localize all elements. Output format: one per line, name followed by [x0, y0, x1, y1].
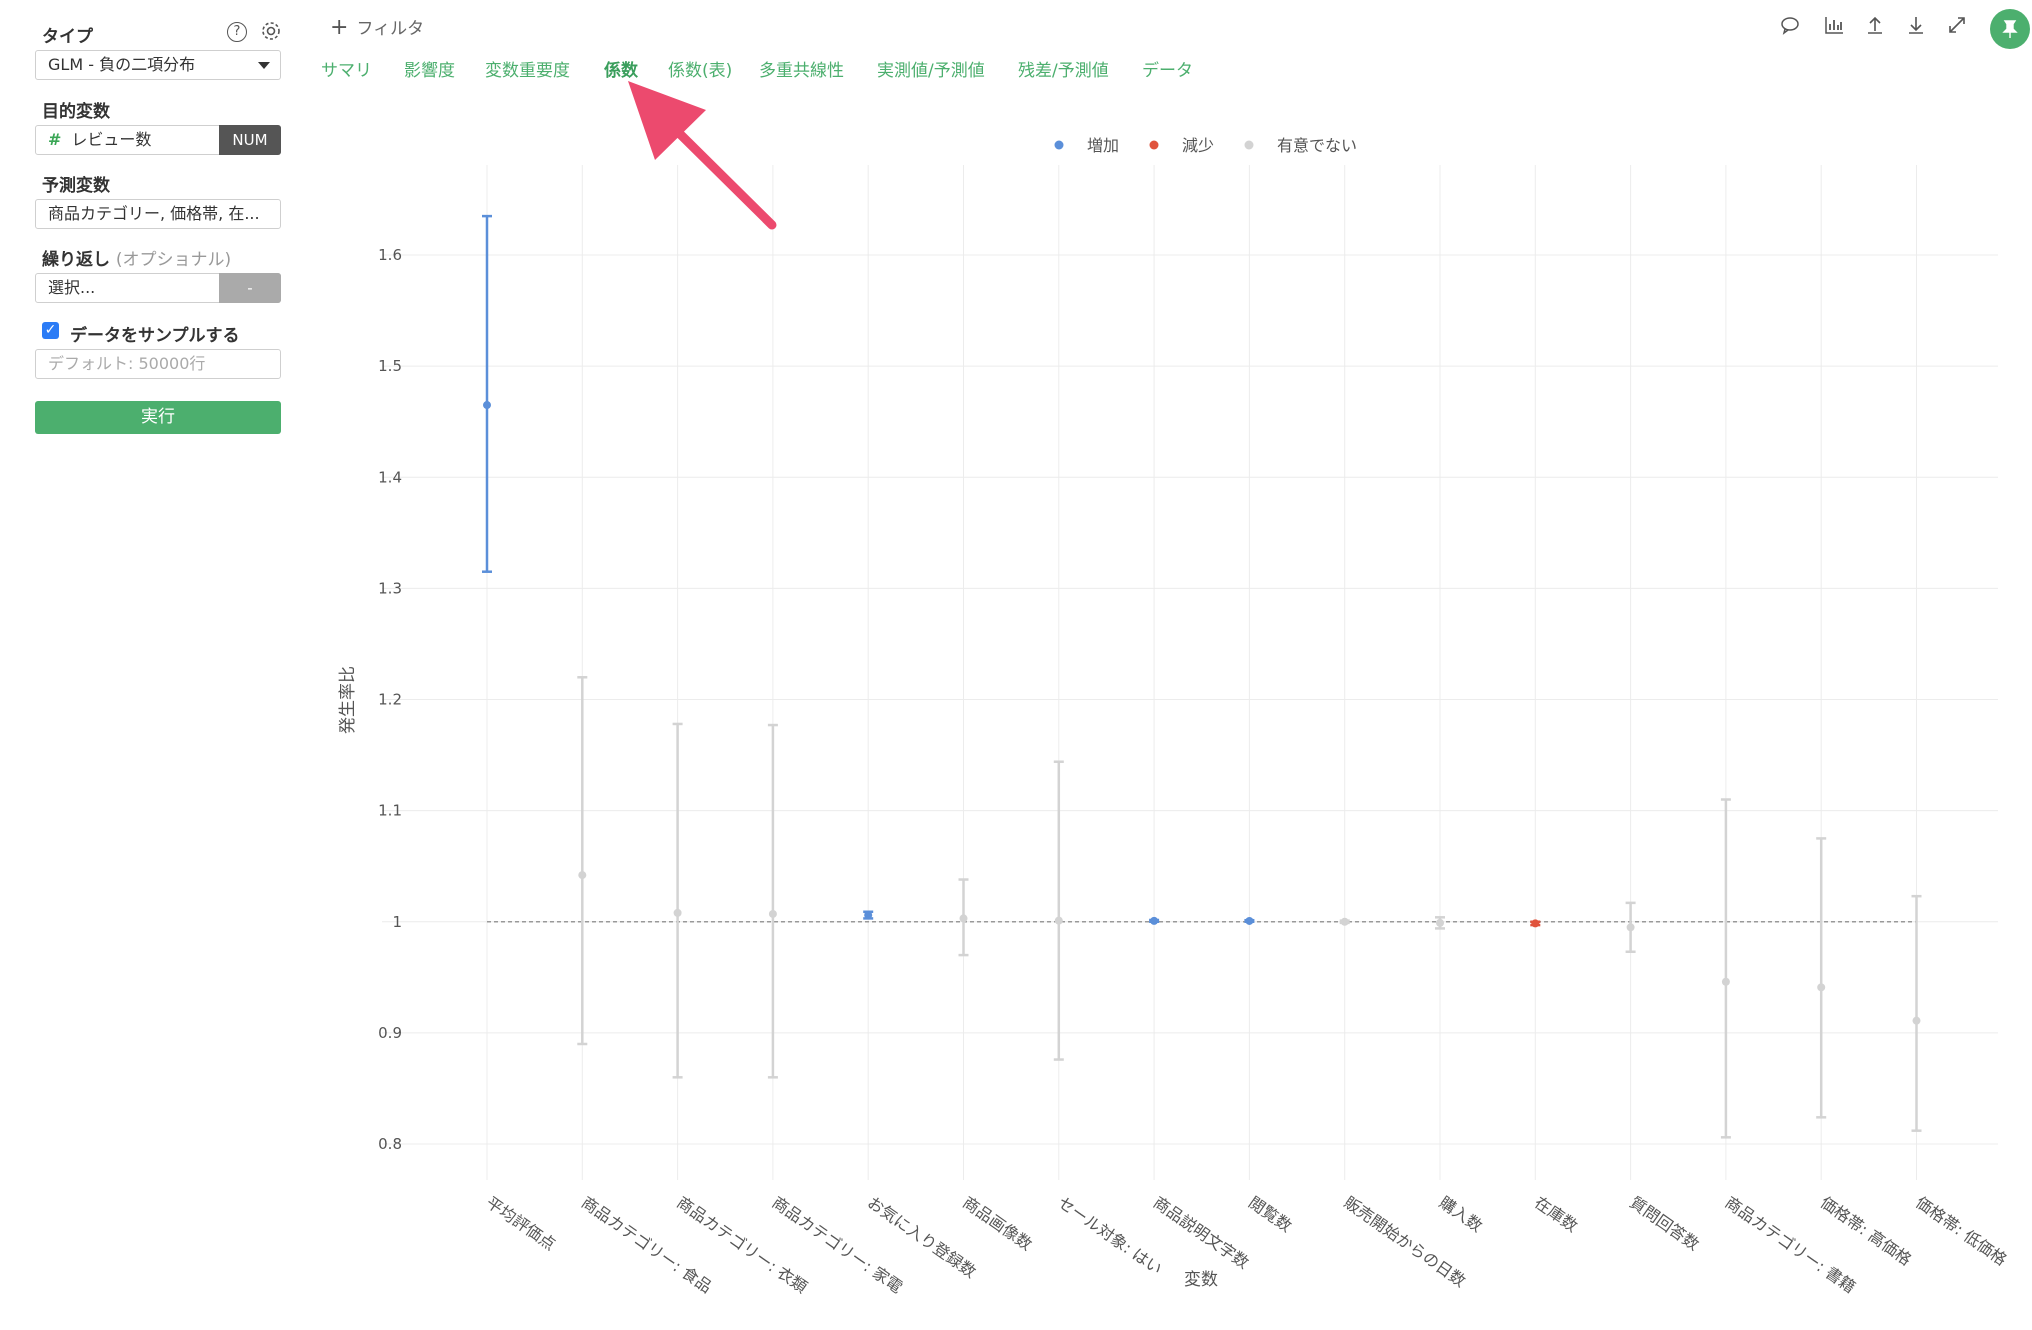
- data-point: [1150, 916, 1159, 925]
- coefficient-chart: 0.8 0.9 1 1.1 1.2 1.3 1.4 1.5 1.6 平均評価点 商品カテゴリー: …: [338, 81, 2011, 1297]
- x-tick-label: 価格帯: 低価格: [1912, 1193, 2010, 1270]
- error-bar-group: [1244, 916, 1255, 925]
- x-tick-label: 商品説明文字数: [1150, 1193, 1253, 1273]
- y-tick-label: 0.8: [378, 1135, 402, 1153]
- x-tick-label: 商品画像数: [959, 1193, 1035, 1254]
- error-bar-group: [767, 723, 778, 1079]
- y-tick-label: 1.2: [378, 691, 402, 709]
- error-bar-group: [1911, 894, 1922, 1132]
- error-bar-group: [1053, 760, 1064, 1061]
- x-tick-label: 平均評価点: [483, 1193, 559, 1254]
- error-bar-group: [672, 722, 683, 1079]
- error-bar-group: [482, 214, 492, 573]
- error-bar-group: [1435, 916, 1445, 930]
- error-bar-group: [958, 878, 969, 957]
- y-tick-label: 1.3: [378, 579, 402, 597]
- legend-label: 有意でない: [1277, 136, 1357, 155]
- legend-label: 減少: [1182, 136, 1214, 155]
- chart-marks: [482, 214, 1922, 1139]
- data-point: [1912, 1016, 1921, 1025]
- data-point: [1340, 917, 1349, 926]
- data-point: [1626, 923, 1635, 932]
- data-point: [1721, 977, 1730, 986]
- data-point: [1245, 916, 1254, 925]
- data-point: [673, 908, 682, 917]
- annotation-arrow: [628, 81, 777, 230]
- error-bar-group: [577, 676, 588, 1046]
- error-bar-group: [1149, 916, 1160, 925]
- x-tick-label: セール対象: はい: [1055, 1193, 1166, 1279]
- x-tick-label: 価格帯: 高価格: [1817, 1193, 1915, 1270]
- legend-marker: [1149, 140, 1159, 150]
- x-tick-label: 購入数: [1436, 1193, 1486, 1236]
- legend-label: 増加: [1087, 136, 1119, 155]
- y-axis-ticks: 0.8 0.9 1 1.1 1.2 1.3 1.4 1.5 1.6: [378, 246, 402, 1153]
- y-tick-label: 1.4: [378, 468, 402, 486]
- y-tick-label: 1.6: [378, 246, 402, 264]
- chart-legend: 増加 減少 有意でない: [1054, 136, 1357, 155]
- data-point: [864, 911, 873, 920]
- data-point: [1531, 919, 1540, 928]
- x-axis-ticks: 平均評価点 商品カテゴリー: 食品商品カテゴリー: 衣類商品カテゴリー: 家電お気…: [483, 1193, 2011, 1297]
- legend-marker: [1244, 140, 1254, 150]
- legend-marker: [1054, 140, 1064, 150]
- data-point: [1054, 916, 1063, 925]
- x-axis-label: 変数: [1184, 1270, 1218, 1290]
- error-bar-group: [1530, 919, 1541, 928]
- x-tick-label: 質問回答数: [1626, 1193, 1702, 1254]
- y-tick-label: 1: [392, 913, 402, 931]
- y-tick-label: 1.1: [378, 802, 402, 820]
- data-point: [959, 914, 968, 923]
- y-axis-label: 発生率比: [338, 666, 358, 734]
- x-tick-label: 在庫数: [1531, 1193, 1581, 1236]
- error-bar-group: [1720, 798, 1731, 1139]
- error-bar-group: [1816, 837, 1827, 1119]
- y-tick-label: 1.5: [378, 357, 402, 375]
- data-point: [1817, 983, 1826, 992]
- x-tick-label: 閲覧数: [1245, 1193, 1295, 1236]
- data-point: [578, 871, 587, 880]
- data-point: [768, 909, 777, 918]
- error-bar-group: [863, 910, 874, 920]
- data-point: [483, 401, 491, 410]
- data-point: [1436, 918, 1444, 927]
- error-bar-group: [1339, 917, 1350, 926]
- y-tick-label: 0.9: [378, 1024, 402, 1042]
- error-bar-group: [1625, 901, 1636, 954]
- chart-grid: [382, 165, 1998, 1180]
